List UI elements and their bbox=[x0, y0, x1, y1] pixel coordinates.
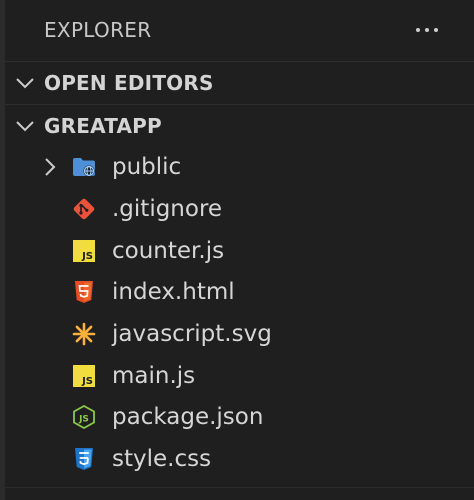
tree-item-folder-public[interactable]: public bbox=[0, 146, 474, 188]
nodejs-icon: JS bbox=[73, 405, 95, 429]
chevron-right-icon bbox=[45, 158, 56, 176]
section-project[interactable]: GREATAPP bbox=[0, 106, 474, 146]
chevron-down-icon bbox=[16, 121, 34, 132]
css3-icon bbox=[75, 448, 93, 470]
svg-text:JS: JS bbox=[81, 251, 93, 262]
chevron-right-icon bbox=[16, 78, 34, 89]
tree-item-file-javascript-svg[interactable]: javascript.svg bbox=[0, 313, 474, 355]
folder-public-icon bbox=[73, 158, 95, 177]
section-open-editors[interactable]: OPEN EDITORS bbox=[0, 63, 474, 103]
explorer-title: EXPLORER bbox=[44, 18, 152, 42]
tree-item-label: package.json bbox=[112, 404, 264, 430]
tree-item-label: style.css bbox=[112, 446, 212, 472]
tree-item-label: public bbox=[112, 154, 182, 180]
more-actions-button[interactable] bbox=[410, 16, 444, 44]
tree-item-file-gitignore[interactable]: .gitignore bbox=[0, 188, 474, 230]
svg-text:JS: JS bbox=[81, 376, 93, 387]
tree-item-file-style-css[interactable]: style.css bbox=[0, 438, 474, 480]
javascript-icon: JS bbox=[73, 240, 95, 262]
javascript-icon: JS bbox=[73, 365, 95, 387]
tree-item-file-package-json[interactable]: JS package.json bbox=[0, 396, 474, 438]
section-open-editors-label: OPEN EDITORS bbox=[44, 71, 214, 95]
tree-item-label: javascript.svg bbox=[112, 321, 272, 347]
git-icon bbox=[73, 198, 95, 220]
section-project-label: GREATAPP bbox=[44, 114, 162, 138]
tree-item-label: main.js bbox=[112, 363, 196, 389]
tree-item-label: .gitignore bbox=[112, 196, 223, 222]
tree-item-label: index.html bbox=[112, 279, 235, 305]
section-divider bbox=[5, 61, 474, 62]
explorer-titlebar: EXPLORER bbox=[0, 0, 474, 60]
tree-item-label: counter.js bbox=[112, 238, 225, 264]
svg-text:JS: JS bbox=[78, 414, 89, 424]
tree-item-file-counter-js[interactable]: JS counter.js bbox=[0, 230, 474, 272]
tree-item-file-main-js[interactable]: JS main.js bbox=[0, 355, 474, 397]
ellipsis-icon bbox=[416, 28, 438, 32]
tree-item-file-index-html[interactable]: index.html bbox=[0, 271, 474, 313]
html5-icon bbox=[75, 281, 93, 303]
explorer-panel: EXPLORER OPEN EDITORS GREATAPP public .g… bbox=[0, 0, 474, 500]
svg-icon bbox=[72, 322, 96, 346]
panel-bottom-divider bbox=[5, 487, 474, 500]
section-divider bbox=[5, 104, 474, 105]
